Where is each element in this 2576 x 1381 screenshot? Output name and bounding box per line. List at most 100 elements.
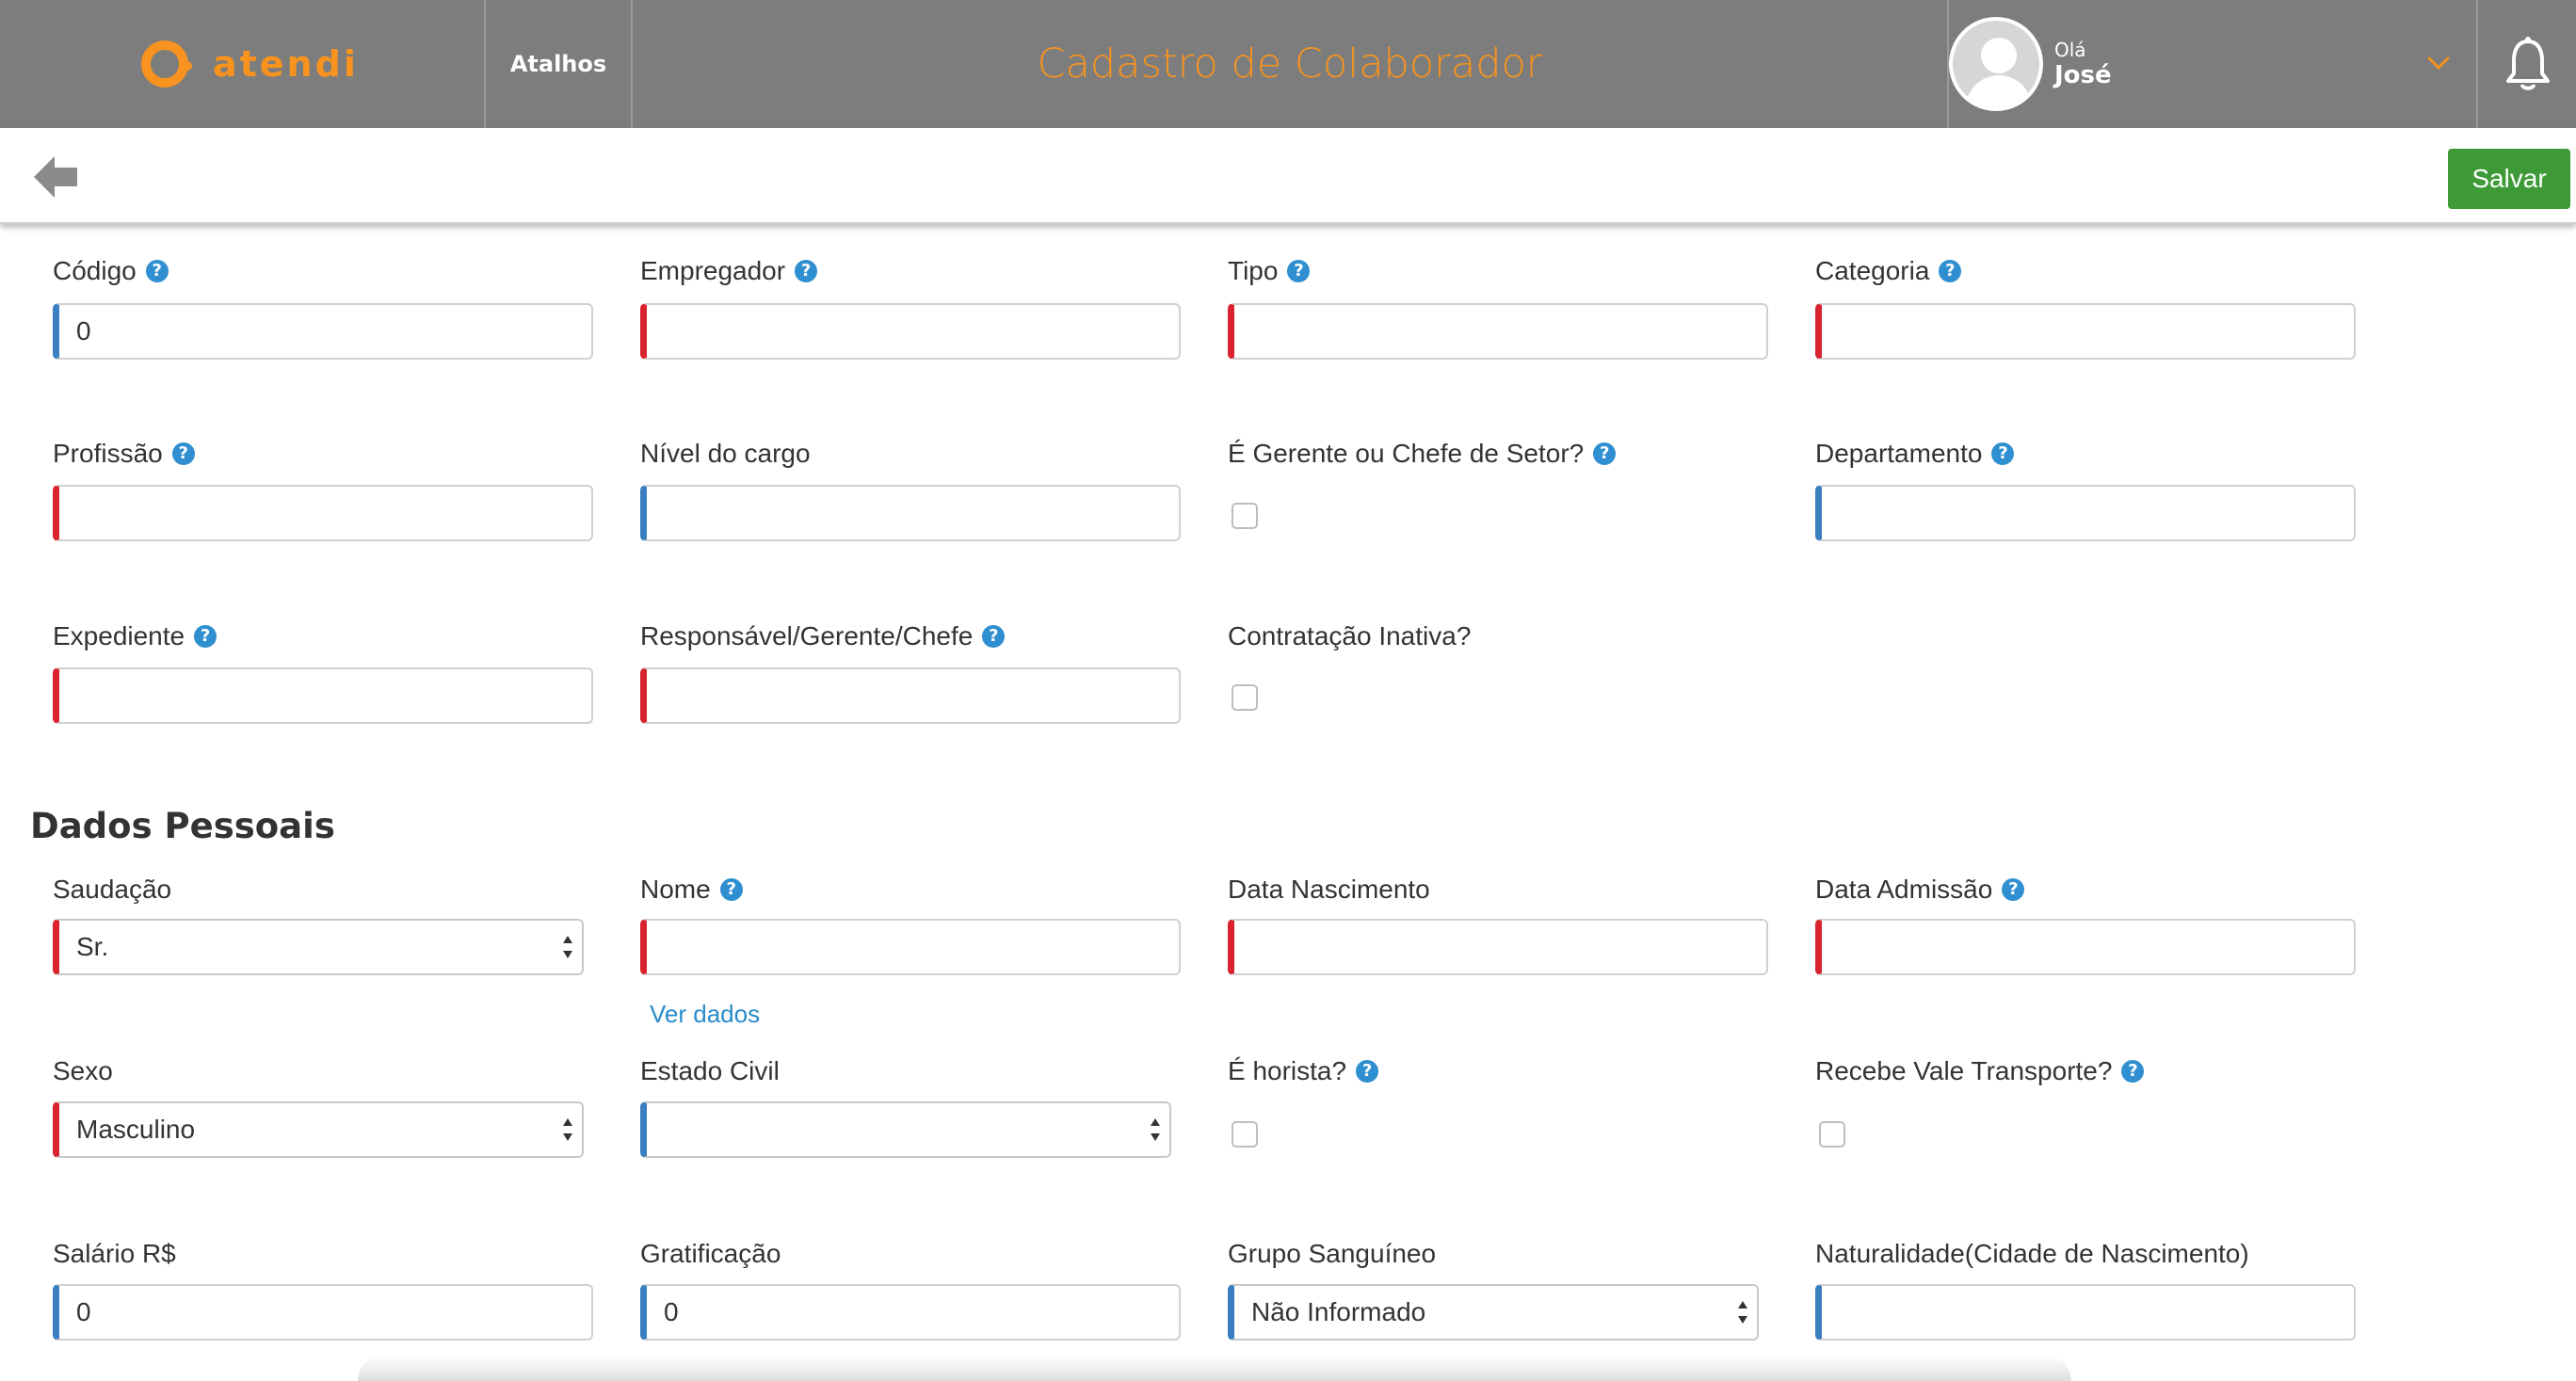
saudacao-label: Saudação [53, 875, 172, 904]
data-nascimento-field: Data Nascimento [1228, 875, 1430, 905]
top-bar: atendi Atalhos Cadastro de Colaborador O… [0, 0, 2576, 128]
codigo-field: Código? [53, 256, 169, 286]
user-name: José [2054, 61, 2112, 89]
grupo-sanguineo-value: Não Informado [1251, 1297, 1426, 1326]
tipo-field: Tipo? [1228, 256, 1311, 286]
departamento-label: Departamento [1815, 439, 1983, 468]
estado-civil-field: Estado Civil [640, 1056, 780, 1086]
expediente-label: Expediente [53, 621, 185, 650]
sexo-label: Sexo [53, 1056, 113, 1085]
categoria-label: Categoria [1815, 256, 1930, 285]
horista-checkbox[interactable] [1232, 1121, 1258, 1148]
contratacao-inativa-field: Contratação Inativa? [1228, 621, 1471, 651]
gratificacao-input[interactable]: 0 [640, 1284, 1181, 1341]
help-icon[interactable]: ? [719, 878, 743, 901]
salario-input[interactable]: 0 [53, 1284, 593, 1341]
help-icon[interactable]: ? [1287, 260, 1311, 282]
help-icon[interactable]: ? [982, 625, 1006, 648]
back-arrow-icon[interactable] [26, 149, 83, 205]
tipo-input[interactable] [1228, 303, 1768, 360]
salario-label: Salário R$ [53, 1239, 176, 1268]
help-icon[interactable]: ? [194, 625, 217, 648]
saudacao-value: Sr. [76, 932, 109, 961]
horista-field: É horista?? [1228, 1056, 1379, 1086]
help-icon[interactable]: ? [1939, 260, 1962, 282]
grupo-sanguineo-select[interactable]: Não Informado [1228, 1284, 1759, 1341]
nivel-cargo-field: Nível do cargo [640, 439, 811, 469]
estado-civil-select[interactable] [640, 1101, 1171, 1158]
sexo-select[interactable]: Masculino [53, 1101, 584, 1158]
gerente-checkbox[interactable] [1232, 503, 1258, 529]
saudacao-field: Saudação [53, 875, 171, 905]
profissao-label: Profissão [53, 439, 163, 468]
nivel-cargo-input[interactable] [640, 485, 1181, 541]
help-icon[interactable]: ? [2002, 878, 2025, 901]
naturalidade-input[interactable] [1815, 1284, 2356, 1341]
nome-field: Nome? [640, 875, 743, 905]
codigo-label: Código [53, 256, 137, 285]
vale-transporte-checkbox[interactable] [1819, 1121, 1845, 1148]
sexo-value: Masculino [76, 1115, 196, 1144]
save-button[interactable]: Salvar [2448, 149, 2570, 209]
gratificacao-label: Gratificação [640, 1239, 781, 1268]
profissao-input[interactable] [53, 485, 593, 541]
data-admissao-label: Data Admissão [1815, 875, 1993, 904]
shortcuts-button[interactable]: Atalhos [486, 0, 631, 128]
header-divider [2476, 0, 2478, 128]
data-nascimento-input[interactable] [1228, 919, 1768, 975]
grupo-sanguineo-field: Grupo Sanguíneo [1228, 1239, 1436, 1269]
help-icon[interactable]: ? [171, 442, 195, 465]
tipo-label: Tipo [1228, 256, 1279, 285]
data-admissao-input[interactable] [1815, 919, 2356, 975]
expediente-field: Expediente? [53, 621, 217, 651]
atendi-logo[interactable]: atendi [141, 38, 359, 90]
estado-civil-label: Estado Civil [640, 1056, 780, 1085]
select-arrows-icon [1738, 1301, 1747, 1324]
nivel-cargo-label: Nível do cargo [640, 439, 811, 468]
saudacao-select[interactable]: Sr. [53, 919, 584, 975]
select-arrows-icon [563, 936, 572, 958]
expediente-input[interactable] [53, 667, 593, 724]
codigo-input[interactable]: 0 [53, 303, 593, 360]
bottom-shadow [358, 1356, 2071, 1381]
select-arrows-icon [1151, 1118, 1160, 1141]
select-arrows-icon [563, 1118, 572, 1141]
naturalidade-field: Naturalidade(Cidade de Nascimento) [1815, 1239, 2249, 1269]
salario-field: Salário R$ [53, 1239, 176, 1269]
responsavel-input[interactable] [640, 667, 1181, 724]
departamento-field: Departamento? [1815, 439, 2015, 469]
departamento-input[interactable] [1815, 485, 2356, 541]
empregador-input[interactable] [640, 303, 1181, 360]
gratificacao-field: Gratificação [640, 1239, 781, 1269]
contratacao-inativa-checkbox[interactable] [1232, 684, 1258, 711]
help-icon[interactable]: ? [1356, 1060, 1379, 1083]
grupo-sanguineo-label: Grupo Sanguíneo [1228, 1239, 1437, 1268]
categoria-input[interactable] [1815, 303, 2356, 360]
page-title: Cadastro de Colaborador [1037, 40, 1543, 88]
help-icon[interactable]: ? [795, 260, 818, 282]
section-title: Dados Pessoais [30, 806, 335, 846]
help-icon[interactable]: ? [1991, 442, 2015, 465]
responsavel-label: Responsável/Gerente/Chefe [640, 621, 974, 650]
help-icon[interactable]: ? [145, 260, 169, 282]
header-divider [631, 0, 633, 128]
empregador-label: Empregador [640, 256, 786, 285]
data-nascimento-label: Data Nascimento [1228, 875, 1430, 904]
data-admissao-field: Data Admissão? [1815, 875, 2025, 905]
gerente-field: É Gerente ou Chefe de Setor?? [1228, 439, 1617, 469]
vale-transporte-field: Recebe Vale Transporte?? [1815, 1056, 2145, 1086]
help-icon[interactable]: ? [1593, 442, 1617, 465]
naturalidade-label: Naturalidade(Cidade de Nascimento) [1815, 1239, 2249, 1268]
sexo-field: Sexo [53, 1056, 113, 1086]
vale-transporte-label: Recebe Vale Transporte? [1815, 1056, 2113, 1085]
help-icon[interactable]: ? [2121, 1060, 2145, 1083]
responsavel-field: Responsável/Gerente/Chefe? [640, 621, 1006, 651]
contratacao-inativa-label: Contratação Inativa? [1228, 621, 1472, 650]
ver-dados-link[interactable]: Ver dados [650, 1000, 760, 1029]
user-menu[interactable]: Olá José [1949, 15, 2476, 113]
nome-input[interactable] [640, 919, 1181, 975]
bell-icon[interactable] [2504, 36, 2552, 92]
gerente-label: É Gerente ou Chefe de Setor? [1228, 439, 1585, 468]
logo-mark-icon [141, 40, 192, 88]
user-greeting: Olá [2054, 39, 2086, 61]
